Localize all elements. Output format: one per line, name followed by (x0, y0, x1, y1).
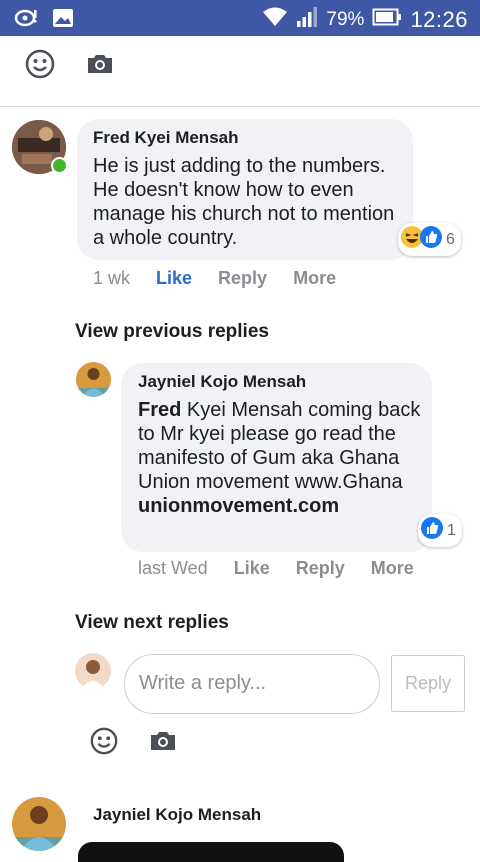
camera-icon[interactable] (86, 53, 114, 80)
reaction-count: 6 (446, 230, 455, 248)
reply-text: Fred Kyei Mensah coming back to Mr kyei … (138, 398, 423, 518)
like-reaction-icon (419, 225, 443, 254)
reply-reactions[interactable]: 1 (418, 514, 462, 547)
reply-input[interactable] (137, 671, 361, 696)
clock: 12:26 (410, 7, 468, 32)
online-status-dot (51, 157, 68, 174)
comment-author[interactable]: Fred Kyei Mensah (93, 128, 239, 148)
next-comment-author[interactable]: Jayniel Kojo Mensah (93, 805, 261, 825)
comment-actions: 1 wk Like Reply More (93, 268, 336, 289)
gallery-icon (52, 8, 74, 33)
like-button[interactable]: Like (156, 268, 192, 289)
status-left-icons (14, 7, 74, 34)
comment-text: He is just adding to the numbers. He doe… (93, 155, 395, 249)
comment-reactions[interactable]: 6 (398, 223, 461, 256)
top-composer-tools (24, 48, 114, 85)
more-button[interactable]: More (293, 268, 336, 289)
comment-timestamp[interactable]: 1 wk (93, 268, 130, 289)
camera-icon[interactable] (149, 730, 177, 757)
url-link[interactable]: unionmovement.com (138, 495, 339, 517)
emoji-icon[interactable] (24, 48, 56, 85)
mention-link[interactable]: Fred (138, 399, 181, 421)
like-reaction-icon (420, 516, 444, 545)
reply-text-body: Kyei Mensah coming back to Mr kyei pleas… (138, 399, 421, 493)
more-button[interactable]: More (371, 558, 414, 579)
reply-bubble[interactable]: Jayniel Kojo Mensah Fred Kyei Mensah com… (121, 363, 432, 552)
current-user-avatar (75, 653, 111, 689)
view-next-replies-link[interactable]: View next replies (75, 612, 229, 634)
signal-icon (296, 6, 318, 34)
reply-timestamp[interactable]: last Wed (138, 558, 208, 579)
view-previous-replies-link[interactable]: View previous replies (75, 321, 269, 343)
next-comment-media[interactable] (78, 842, 344, 862)
wifi-icon (262, 6, 288, 34)
reply-avatar[interactable] (76, 362, 111, 397)
reply-button[interactable]: Reply (296, 558, 345, 579)
next-comment-avatar[interactable] (12, 797, 66, 851)
reply-author[interactable]: Jayniel Kojo Mensah (138, 372, 306, 392)
divider (0, 106, 480, 107)
battery-icon (372, 8, 402, 32)
like-button[interactable]: Like (234, 558, 270, 579)
sync-icon (14, 7, 38, 34)
reply-actions: last Wed Like Reply More (138, 558, 414, 579)
comment-bubble[interactable]: Fred Kyei Mensah He is just adding to th… (77, 119, 413, 260)
reply-button[interactable]: Reply (218, 268, 267, 289)
reaction-count: 1 (447, 521, 456, 539)
reply-composer-tools (89, 726, 177, 761)
emoji-icon[interactable] (89, 726, 119, 761)
reply-submit-button[interactable]: Reply (391, 655, 465, 712)
status-right: 79% 12:26 (262, 6, 468, 34)
reply-input-box[interactable] (124, 654, 380, 714)
battery-percent: 79% (326, 9, 365, 30)
status-bar: 79% 12:26 (0, 0, 480, 36)
